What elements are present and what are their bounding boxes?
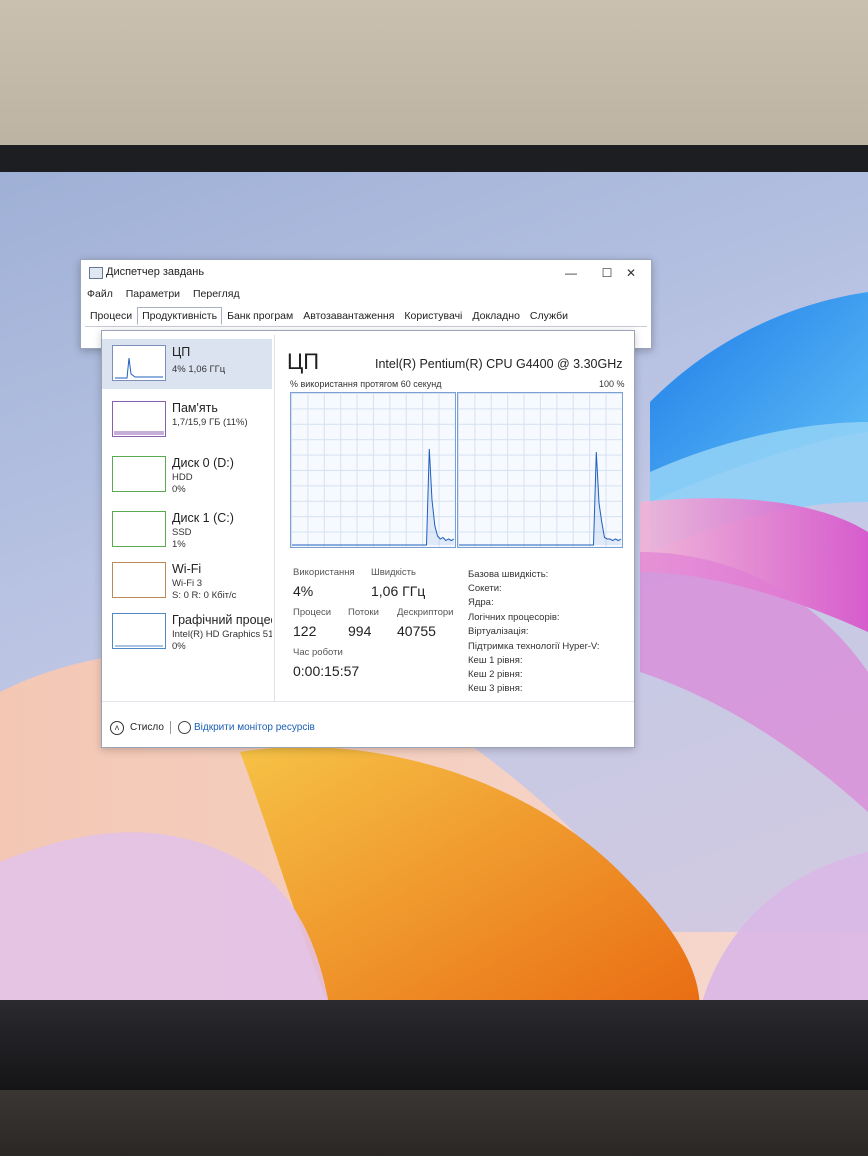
uptime-label: Час роботи [293,647,343,658]
processes-label: Процеси [293,607,332,618]
task-manager-icon [89,267,103,279]
threads-label: Потоки [348,607,379,618]
tab-divider [85,326,647,327]
detail-logical-processors: Логічних процесорів: [468,612,560,623]
cpu-thumbnail [112,345,166,381]
cpu-title: ЦП [287,349,320,374]
open-resource-monitor-link[interactable]: Відкрити монітор ресурсів [194,722,315,733]
sidebar-gpu-model: Intel(R) HD Graphics 510 [172,629,272,640]
processes-value: 122 [293,623,317,639]
footer-divider [102,701,634,702]
sidebar-disk1-type: SSD [172,527,192,538]
detail-virtualization: Віртуалізація: [468,626,529,637]
sidebar-cpu-value: 4% 1,06 ГГц [172,364,226,375]
sidebar-memory-name: Пам'ять [172,401,218,415]
detail-l3-cache: Кеш 3 рівня: [468,683,523,694]
sidebar-item-gpu[interactable]: Графічний процес Intel(R) HD Graphics 51… [102,607,272,657]
sidebar-gpu-value: 0% [172,641,186,652]
tab-performance[interactable]: Продуктивність [137,307,223,325]
speed-value: 1,06 ГГц [371,583,426,599]
usage-value: 4% [293,583,314,599]
tab-services[interactable]: Служби [525,307,573,325]
wifi-thumbnail [112,562,166,598]
detail-hyperv: Підтримка технології Hyper-V: [468,641,600,652]
sidebar-item-disk1[interactable]: Диск 1 (C:) SSD 1% [102,505,272,555]
usage-label: Використання [293,567,355,578]
sidebar-wifi-adapter: Wi-Fi 3 [172,578,203,589]
tab-details[interactable]: Докладно [467,307,525,325]
threads-value: 994 [348,623,372,639]
cpu-model: Intel(R) Pentium(R) CPU G4400 @ 3.30GHz [375,357,623,371]
uptime-value: 0:00:15:57 [293,663,360,679]
sidebar-disk1-value: 1% [172,539,186,550]
tab-strip: Процеси Продуктивність Банк програм Авто… [85,307,573,325]
menu-view[interactable]: Перегляд [193,288,240,300]
close-button[interactable]: ✕ [613,262,649,284]
detail-cores: Ядра: [468,597,494,608]
speed-label: Швидкість [371,567,416,578]
tab-app-history[interactable]: Банк програм [222,307,298,325]
menu-options[interactable]: Параметри [126,288,180,300]
sidebar-item-cpu[interactable]: ЦП 4% 1,06 ГГц [102,339,272,389]
handles-label: Дескриптори [397,607,454,618]
tab-processes[interactable]: Процеси [85,307,137,325]
sidebar-gpu-name: Графічний процес [172,613,272,627]
cpu-graph-core-2 [457,392,623,548]
sidebar-item-memory[interactable]: Пам'ять 1,7/15,9 ГБ (11%) [102,395,272,445]
minimize-button[interactable]: — [553,262,589,284]
desk-surface [0,1090,868,1156]
footer-separator [170,721,171,734]
detail-sockets: Сокети: [468,583,502,594]
window-title: Диспетчер завдань [106,266,205,278]
wall-background [0,0,868,150]
gpu-thumbnail [112,613,166,649]
cpu-graph-core-1 [290,392,456,548]
title-bar[interactable]: Диспетчер завдань — ☐ ✕ [81,260,651,286]
detail-l1-cache: Кеш 1 рівня: [468,655,523,666]
tab-users[interactable]: Користувачі [399,307,467,325]
disk0-thumbnail [112,456,166,492]
sidebar-divider [274,335,275,701]
disk1-thumbnail [112,511,166,547]
sidebar-disk0-type: HDD [172,472,193,483]
resource-sidebar: ЦП 4% 1,06 ГГц Пам'ять 1,7/15,9 ГБ (11%)… [102,335,272,705]
sidebar-item-wifi[interactable]: Wi-Fi Wi-Fi 3 S: 0 R: 0 Кбіт/с [102,556,272,606]
menu-bar: Файл Параметри Перегляд [87,288,250,304]
performance-panel: ЦП 4% 1,06 ГГц Пам'ять 1,7/15,9 ГБ (11%)… [101,330,635,748]
handles-value: 40755 [397,623,436,639]
utilization-max: 100 % [599,379,625,389]
tab-startup[interactable]: Автозавантаження [298,307,399,325]
sidebar-memory-value: 1,7/15,9 ГБ (11%) [172,417,248,428]
sidebar-disk1-name: Диск 1 (C:) [172,511,234,525]
fewer-details-link[interactable]: Стисло [130,722,164,733]
resource-monitor-icon [178,721,191,734]
detail-base-speed: Базова швидкість: [468,569,549,580]
chevron-up-icon[interactable]: ˄ [110,721,124,735]
sidebar-cpu-name: ЦП [172,345,191,359]
sidebar-item-disk0[interactable]: Диск 0 (D:) HDD 0% [102,450,272,500]
sidebar-wifi-name: Wi-Fi [172,562,202,576]
sidebar-disk0-value: 0% [172,484,186,495]
utilization-caption: % використання протягом 60 секунд [290,379,442,389]
sidebar-disk0-name: Диск 0 (D:) [172,456,234,470]
detail-l2-cache: Кеш 2 рівня: [468,669,523,680]
memory-thumbnail [112,401,166,437]
menu-file[interactable]: Файл [87,288,113,300]
sidebar-wifi-value: S: 0 R: 0 Кбіт/с [172,590,237,601]
